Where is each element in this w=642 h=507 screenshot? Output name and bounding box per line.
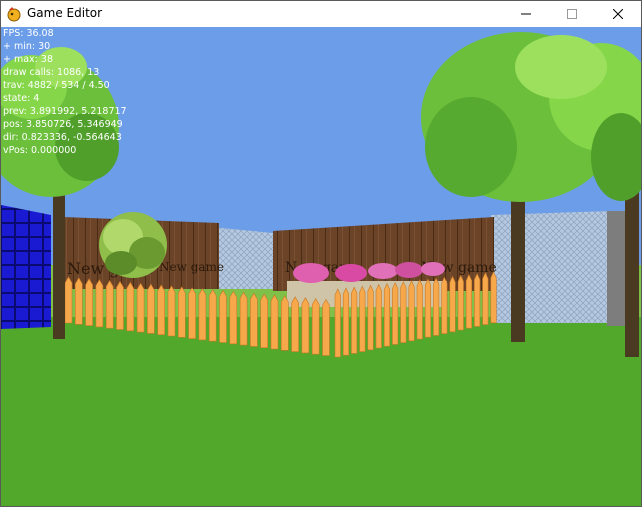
picket	[301, 297, 310, 354]
app-icon	[7, 7, 21, 22]
picket	[400, 281, 407, 343]
picket	[198, 288, 207, 341]
picket	[239, 291, 248, 346]
hud-trav: trav: 4882 / 534 / 4.50	[3, 80, 110, 91]
picket	[416, 279, 423, 340]
minimize-button[interactable]	[503, 1, 549, 27]
blue-block	[1, 205, 51, 329]
maximize-icon	[567, 9, 577, 19]
hud-state: state: 4	[3, 93, 40, 104]
wall-sign-left-b: New game	[159, 260, 224, 274]
picket	[408, 280, 415, 342]
picket	[367, 284, 374, 351]
hud-fps: FPS: 36.08	[3, 28, 54, 39]
hud-draw-calls: draw calls: 1086, 13	[3, 67, 100, 78]
picket	[208, 289, 217, 342]
close-icon	[613, 9, 623, 19]
picket	[167, 285, 176, 337]
hud-max: + max: 38	[3, 54, 53, 65]
picket	[75, 277, 83, 325]
picket	[465, 273, 473, 329]
hud-dir: dir: 0.823336, -0.564643	[3, 132, 122, 143]
picket	[311, 298, 320, 355]
title-bar[interactable]: Game Editor	[1, 1, 641, 27]
picket	[64, 276, 73, 324]
picket	[490, 271, 497, 324]
picket	[383, 282, 391, 347]
game-editor-window: Game Editor New New game New game FPS: 3…	[0, 0, 642, 507]
picket	[270, 294, 279, 350]
picket	[280, 295, 289, 351]
picket	[291, 296, 299, 352]
picket	[229, 290, 238, 345]
picket	[342, 287, 350, 356]
picket	[474, 272, 481, 327]
picket	[250, 292, 258, 347]
picket	[449, 275, 456, 333]
minimize-icon	[521, 13, 531, 15]
ground	[1, 317, 641, 506]
hud-min: + min: 30	[3, 41, 51, 52]
picket	[136, 282, 145, 333]
picket	[147, 283, 155, 334]
picket	[424, 278, 432, 338]
picket	[457, 274, 464, 331]
debug-hud: FPS: 36.08 + min: 30 + max: 38 draw call…	[3, 27, 127, 157]
picket	[334, 288, 341, 358]
window-title: Game Editor	[27, 6, 103, 20]
close-button[interactable]	[595, 1, 641, 27]
picket	[188, 287, 196, 339]
picket	[85, 278, 93, 326]
hud-vpos: vPos: 0.000000	[3, 145, 77, 156]
picket	[441, 276, 448, 334]
picket	[359, 285, 366, 352]
picket	[351, 286, 358, 354]
picket	[116, 280, 124, 330]
hud-pos: pos: 3.850726, 5.346949	[3, 119, 123, 130]
picket	[219, 289, 227, 343]
picket	[433, 277, 440, 336]
bush	[99, 212, 167, 278]
picket	[126, 281, 135, 332]
chainlink-fence-left	[211, 227, 273, 289]
picket	[105, 280, 114, 329]
maximize-button[interactable]	[549, 1, 595, 27]
picket	[482, 272, 489, 325]
game-viewport[interactable]: New game New game New game New game	[1, 27, 641, 506]
picket	[178, 286, 186, 338]
picket	[375, 283, 382, 349]
picket	[392, 281, 399, 345]
chainlink-fence-right	[491, 211, 611, 323]
hud-prev: prev: 3.891992, 5.218717	[3, 106, 127, 117]
picket	[260, 293, 269, 349]
picket	[322, 298, 330, 356]
picket	[95, 279, 104, 328]
picket	[157, 284, 165, 336]
